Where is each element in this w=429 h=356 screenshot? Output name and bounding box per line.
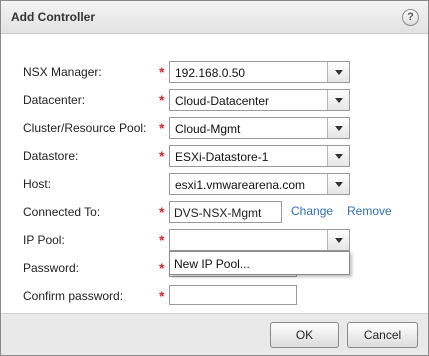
chevron-down-icon	[335, 70, 343, 75]
change-link[interactable]: Change	[291, 204, 333, 218]
dropdown-button[interactable]	[327, 146, 349, 166]
nsx-manager-row: NSX Manager: * 192.168.0.50	[1, 61, 428, 83]
datacenter-label: Datacenter:	[23, 93, 86, 107]
host-label: Host:	[23, 177, 52, 191]
datacenter-select[interactable]: Cloud-Datacenter	[169, 89, 350, 111]
dropdown-button[interactable]	[327, 174, 349, 194]
confirm-password-field[interactable]	[169, 285, 297, 305]
ip-pool-row: IP Pool: *	[1, 229, 428, 251]
datacenter-row: Datacenter: * Cloud-Datacenter	[1, 89, 428, 111]
chevron-down-icon	[335, 154, 343, 159]
chevron-down-icon	[335, 238, 343, 243]
dropdown-button[interactable]	[327, 62, 349, 82]
dropdown-button[interactable]	[327, 230, 349, 250]
chevron-down-icon	[335, 182, 343, 187]
cluster-select[interactable]: Cloud-Mgmt	[169, 117, 350, 139]
add-controller-dialog: Add Controller ? NSX Manager: * 192.168.…	[0, 0, 429, 356]
nsx-manager-select[interactable]: 192.168.0.50	[169, 61, 350, 83]
cancel-button[interactable]: Cancel	[347, 322, 418, 348]
required-marker: *	[159, 64, 165, 80]
cluster-value: Cloud-Mgmt	[175, 122, 241, 136]
cluster-row: Cluster/Resource Pool: * Cloud-Mgmt	[1, 117, 428, 139]
required-marker: *	[159, 260, 165, 276]
remove-link[interactable]: Remove	[347, 204, 392, 218]
dropdown-button[interactable]	[327, 90, 349, 110]
chevron-down-icon	[335, 98, 343, 103]
connected-to-label: Connected To:	[23, 205, 101, 219]
required-marker: *	[159, 204, 165, 220]
datacenter-value: Cloud-Datacenter	[175, 94, 270, 108]
ok-button[interactable]: OK	[270, 322, 339, 348]
nsx-manager-value: 192.168.0.50	[175, 66, 246, 80]
dialog-title: Add Controller	[11, 10, 95, 24]
datastore-select[interactable]: ESXi-Datastore-1	[169, 145, 350, 167]
datastore-value: ESXi-Datastore-1	[175, 150, 269, 164]
cluster-label: Cluster/Resource Pool:	[23, 121, 147, 135]
chevron-down-icon	[335, 126, 343, 131]
required-marker: *	[159, 148, 165, 164]
ip-pool-select[interactable]	[169, 229, 350, 251]
required-marker: *	[159, 120, 165, 136]
new-ip-pool-option[interactable]: New IP Pool...	[174, 257, 250, 271]
password-label: Password:	[23, 261, 80, 275]
dialog-titlebar: Add Controller ?	[1, 1, 428, 34]
datastore-label: Datastore:	[23, 149, 79, 163]
datastore-row: Datastore: * ESXi-Datastore-1	[1, 145, 428, 167]
required-marker: *	[159, 232, 165, 248]
host-select[interactable]: esxi1.vmwarearena.com	[169, 173, 350, 195]
connected-to-field[interactable]: DVS-NSX-Mgmt	[169, 201, 282, 223]
confirm-password-label: Confirm password:	[23, 289, 124, 303]
host-value: esxi1.vmwarearena.com	[175, 178, 306, 192]
host-row: Host: esxi1.vmwarearena.com	[1, 173, 428, 195]
connected-to-value: DVS-NSX-Mgmt	[174, 206, 262, 220]
ip-pool-dropdown-list: New IP Pool...	[169, 251, 350, 275]
dialog-footer: OK Cancel	[1, 313, 428, 355]
connected-to-row: Connected To: * DVS-NSX-Mgmt Change Remo…	[1, 201, 428, 223]
required-marker: *	[159, 288, 165, 304]
help-icon[interactable]: ?	[402, 9, 419, 26]
required-marker: *	[159, 92, 165, 108]
ip-pool-label: IP Pool:	[23, 233, 65, 247]
confirm-password-row: Confirm password: *	[1, 285, 428, 307]
dropdown-button[interactable]	[327, 118, 349, 138]
nsx-manager-label: NSX Manager:	[23, 65, 102, 79]
